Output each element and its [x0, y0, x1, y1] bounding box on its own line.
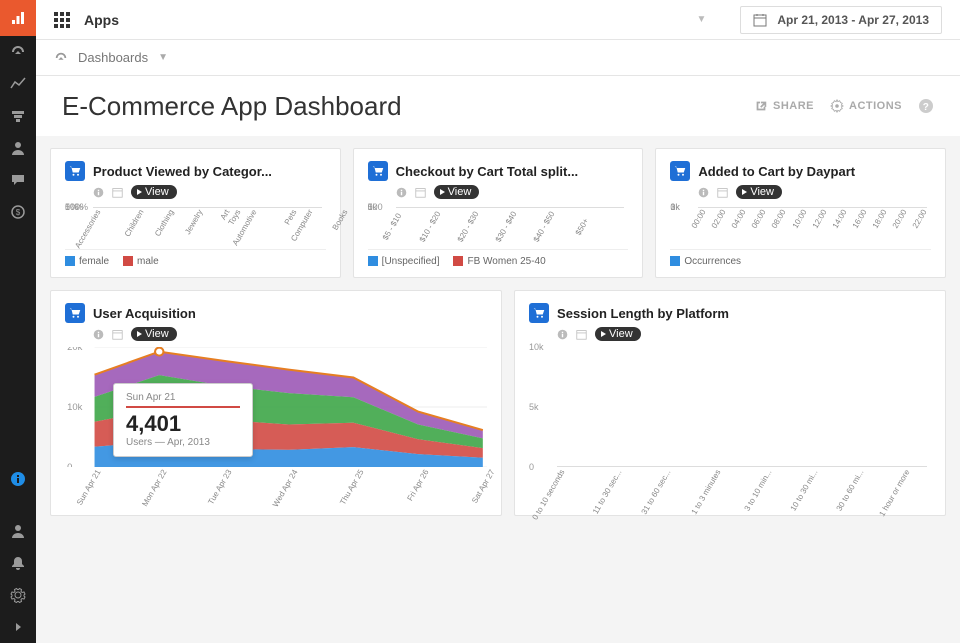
calendar-icon[interactable] [576, 329, 587, 340]
view-button[interactable]: View [131, 327, 177, 341]
view-button[interactable]: View [736, 185, 782, 199]
nav-user-icon[interactable] [0, 515, 36, 547]
nav-revenue-icon[interactable]: $ [0, 196, 36, 228]
card-title: Session Length by Platform [557, 306, 729, 321]
svg-text:$: $ [16, 208, 21, 217]
gear-icon [830, 99, 844, 113]
nav-charts-icon[interactable] [0, 68, 36, 100]
nav-chat-icon[interactable] [0, 164, 36, 196]
date-range-picker[interactable]: Apr 21, 2013 - Apr 27, 2013 [740, 6, 942, 34]
calendar-icon [753, 13, 767, 27]
card-added-to-cart: Added to Cart by Daypart View 01k3k00:00… [655, 148, 946, 278]
card-session-length: Session Length by Platform View 05k10k0 … [514, 290, 946, 516]
share-icon [754, 99, 768, 113]
svg-text:20k: 20k [67, 347, 83, 352]
nav-info-icon[interactable] [0, 463, 36, 495]
info-icon[interactable] [396, 187, 407, 198]
card-title: Checkout by Cart Total split... [396, 164, 579, 179]
nav-funnel-icon[interactable] [0, 100, 36, 132]
titlebar: E-Commerce App Dashboard SHARE ACTIONS ? [36, 76, 960, 136]
card-title: Added to Cart by Daypart [698, 164, 855, 179]
breadcrumb-caret-icon[interactable]: ▼ [158, 52, 168, 63]
nav-settings-icon[interactable] [0, 579, 36, 611]
content: Product Viewed by Categor... View 0%50%1… [36, 136, 960, 643]
apps-caret-icon[interactable]: ▼ [696, 14, 706, 25]
nav-expand-icon[interactable] [0, 611, 36, 643]
card-checkout-cart-total: Checkout by Cart Total split... View 050… [353, 148, 644, 278]
cart-icon [65, 161, 85, 181]
tooltip-date: Sun Apr 21 [126, 392, 240, 408]
actions-button[interactable]: ACTIONS [830, 99, 902, 113]
card-title: User Acquisition [93, 306, 196, 321]
area-chart: 0 10k 20k Sun Apr 21 4,401 Users — Apr, 20… [65, 347, 487, 467]
breadcrumb: Dashboards ▼ [36, 40, 960, 76]
card-title: Product Viewed by Categor... [93, 164, 272, 179]
apps-selector[interactable]: Apps [84, 12, 119, 28]
date-range-label: Apr 21, 2013 - Apr 27, 2013 [777, 13, 929, 27]
help-icon[interactable]: ? [918, 98, 934, 114]
cart-icon [529, 303, 549, 323]
dashboards-icon [54, 51, 68, 65]
app-logo [0, 0, 36, 36]
info-icon[interactable] [698, 187, 709, 198]
nav-alerts-icon[interactable] [0, 547, 36, 579]
share-button[interactable]: SHARE [754, 99, 814, 113]
page-title: E-Commerce App Dashboard [62, 91, 402, 122]
info-icon[interactable] [93, 329, 104, 340]
breadcrumb-label[interactable]: Dashboards [78, 50, 148, 65]
svg-text:?: ? [923, 102, 930, 113]
apps-grid-icon[interactable] [54, 12, 70, 28]
tooltip-value: 4,401 [126, 411, 240, 437]
calendar-icon[interactable] [112, 187, 123, 198]
topbar: Apps ▼ Apr 21, 2013 - Apr 27, 2013 [36, 0, 960, 40]
chart-tooltip: Sun Apr 21 4,401 Users — Apr, 2013 [113, 383, 253, 457]
cart-icon [65, 303, 85, 323]
cart-icon [670, 161, 690, 181]
svg-text:0: 0 [67, 462, 72, 467]
tooltip-label: Users — Apr, 2013 [126, 437, 240, 448]
calendar-icon[interactable] [112, 329, 123, 340]
calendar-icon[interactable] [717, 187, 728, 198]
calendar-icon[interactable] [415, 187, 426, 198]
svg-text:10k: 10k [67, 402, 83, 412]
card-product-viewed: Product Viewed by Categor... View 0%50%1… [50, 148, 341, 278]
info-icon[interactable] [557, 329, 568, 340]
view-button[interactable]: View [131, 185, 177, 199]
view-button[interactable]: View [595, 327, 641, 341]
info-icon[interactable] [93, 187, 104, 198]
nav-dashboards-icon[interactable] [0, 36, 36, 68]
nav-people-icon[interactable] [0, 132, 36, 164]
sidebar: $ [0, 0, 36, 643]
view-button[interactable]: View [434, 185, 480, 199]
cart-icon [368, 161, 388, 181]
card-user-acquisition: User Acquisition View 0 10k 20k Sun Apr 21… [50, 290, 502, 516]
